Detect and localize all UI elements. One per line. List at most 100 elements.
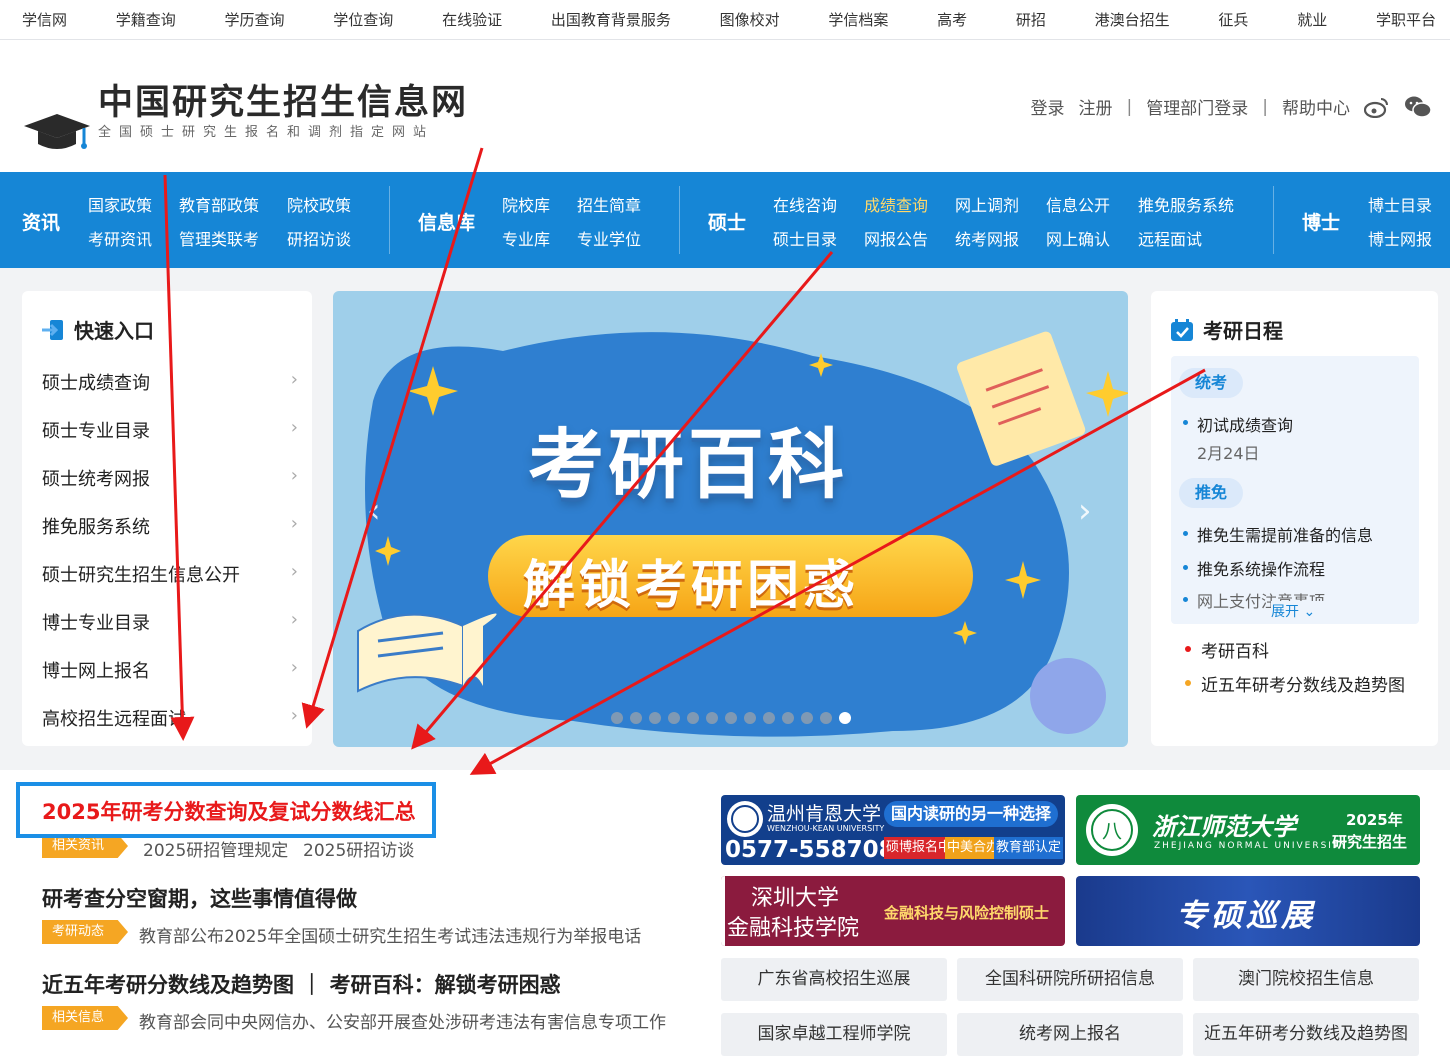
- quick-item[interactable]: 硕士专业目录 ›: [42, 417, 298, 443]
- nav-link[interactable]: 网报公告: [864, 226, 928, 250]
- help-center-link[interactable]: 帮助中心: [1282, 94, 1350, 119]
- ad-master-tour[interactable]: 专硕巡展: [1076, 876, 1420, 946]
- bullet: [1185, 680, 1191, 686]
- nav-link[interactable]: 管理类联考: [179, 226, 259, 250]
- quick-item[interactable]: 博士网上报名 ›: [42, 657, 298, 683]
- carousel-dot[interactable]: [763, 712, 775, 724]
- top-link-gaokao[interactable]: 高考: [937, 9, 967, 30]
- carousel-dot[interactable]: [687, 712, 699, 724]
- carousel-dot[interactable]: [649, 712, 661, 724]
- top-link-yanzhao[interactable]: 研招: [1016, 9, 1046, 30]
- schedule-link-trend[interactable]: 近五年研考分数线及趋势图: [1201, 671, 1405, 696]
- tag-tuimian[interactable]: 推免: [1179, 478, 1244, 508]
- schedule-link-baike[interactable]: 考研百科: [1201, 637, 1269, 662]
- highlighted-headline-box[interactable]: 2025年研考分数查询及复试分数线汇总: [16, 782, 436, 838]
- nav-link[interactable]: 信息公开: [1046, 192, 1110, 216]
- admin-login-link[interactable]: 管理部门登录: [1146, 94, 1248, 119]
- nav-link[interactable]: 专业库: [502, 226, 550, 250]
- bullet: [1183, 597, 1188, 602]
- top-link-army[interactable]: 征兵: [1218, 9, 1248, 30]
- nav-link[interactable]: 远程面试: [1138, 226, 1202, 250]
- nav-link[interactable]: 考研资讯: [88, 226, 152, 250]
- schedule-item[interactable]: 推免系统操作流程: [1197, 556, 1325, 580]
- carousel-dot[interactable]: [725, 712, 737, 724]
- tag-tongkao[interactable]: 统考: [1179, 368, 1244, 398]
- quick-item[interactable]: 硕士统考网报 ›: [42, 465, 298, 491]
- nav-head-xinxiku[interactable]: 信息库: [418, 208, 475, 235]
- nav-link[interactable]: 统考网报: [955, 226, 1019, 250]
- carousel-dot[interactable]: [611, 712, 623, 724]
- top-link-verify[interactable]: 在线验证: [442, 9, 502, 30]
- top-link-xuewei[interactable]: 学位查询: [333, 9, 393, 30]
- link-button[interactable]: 广东省高校招生巡展: [721, 958, 947, 1001]
- carousel-dots[interactable]: [611, 712, 851, 724]
- nav-link[interactable]: 在线咨询: [773, 192, 837, 216]
- ad-zhejiang-normal[interactable]: 八 浙江师范大学 ZHEJIANG NORMAL UNIVERSITY 2025…: [1076, 795, 1420, 865]
- nav-link[interactable]: 专业学位: [577, 226, 641, 250]
- quick-item[interactable]: 硕士研究生招生信息公开 ›: [42, 561, 298, 587]
- link-button[interactable]: 澳门院校招生信息: [1193, 958, 1419, 1001]
- expand-button[interactable]: 展开 ⌄: [1271, 601, 1419, 621]
- nav-link[interactable]: 博士网报: [1368, 226, 1432, 250]
- nav-link[interactable]: 研招访谈: [287, 226, 351, 250]
- carousel-dot[interactable]: [630, 712, 642, 724]
- link-button[interactable]: 全国科研院所研招信息: [957, 958, 1183, 1001]
- news-sublink[interactable]: 2025研招访谈: [303, 836, 414, 861]
- banner-carousel[interactable]: 考研百科 解锁考研困惑 ‹ ›: [333, 291, 1128, 747]
- nav-link[interactable]: 教育部政策: [179, 192, 259, 216]
- news-sublink[interactable]: 2025研招管理规定: [143, 836, 288, 861]
- top-link-xueli[interactable]: 学历查询: [225, 9, 285, 30]
- nav-link[interactable]: 院校政策: [287, 192, 351, 216]
- weibo-icon[interactable]: [1364, 96, 1390, 118]
- register-link[interactable]: 注册: [1079, 94, 1113, 119]
- top-link-abroad[interactable]: 出国教育背景服务: [551, 9, 671, 30]
- quick-item[interactable]: 硕士成绩查询 ›: [42, 369, 298, 395]
- news-sublink[interactable]: 教育部公布2025年全国硕士研究生招生考试违法违规行为举报电话: [139, 922, 641, 947]
- top-link-career[interactable]: 学职平台: [1376, 9, 1436, 30]
- nav-link[interactable]: 网上确认: [1046, 226, 1110, 250]
- quick-item[interactable]: 推免服务系统 ›: [42, 513, 298, 539]
- login-link[interactable]: 登录: [1031, 94, 1065, 119]
- carousel-dot[interactable]: [782, 712, 794, 724]
- nav-link-score-query[interactable]: 成绩查询: [864, 192, 928, 216]
- link-button[interactable]: 近五年研考分数线及趋势图: [1193, 1013, 1419, 1056]
- news-sublink[interactable]: 教育部会同中央网信办、公安部开展查处涉研考违法有害信息专项工作: [139, 1008, 666, 1033]
- nav-link[interactable]: 网上调剂: [955, 192, 1019, 216]
- quick-item[interactable]: 高校招生远程面试 ›: [42, 705, 298, 731]
- site-logo[interactable]: 中国研究生招生信息网 全国硕士研究生报名和调剂指定网站: [24, 74, 466, 184]
- nav-head-shuoshi[interactable]: 硕士: [708, 208, 746, 235]
- carousel-dot[interactable]: [668, 712, 680, 724]
- nav-link[interactable]: 院校库: [502, 192, 550, 216]
- news-headline[interactable]: 近五年考研分数线及趋势图 ｜ 考研百科：解锁考研困惑: [42, 969, 561, 999]
- nav-head-zixun[interactable]: 资讯: [22, 208, 60, 235]
- quick-item[interactable]: 博士专业目录 ›: [42, 609, 298, 635]
- nav-head-boshi[interactable]: 博士: [1302, 208, 1340, 235]
- ad-wenzhou-kean[interactable]: 温州肯恩大学 WENZHOU-KEAN UNIVERSITY 0577-5587…: [721, 795, 1065, 865]
- carousel-prev-button[interactable]: ‹: [367, 491, 381, 531]
- carousel-dot[interactable]: [706, 712, 718, 724]
- nav-link[interactable]: 推免服务系统: [1138, 192, 1234, 216]
- carousel-dot[interactable]: [744, 712, 756, 724]
- wechat-icon[interactable]: [1404, 95, 1432, 119]
- top-link-gat[interactable]: 港澳台招生: [1095, 9, 1170, 30]
- nav-link[interactable]: 硕士目录: [773, 226, 837, 250]
- top-link-archive[interactable]: 学信档案: [828, 9, 888, 30]
- carousel-dot[interactable]: [820, 712, 832, 724]
- link-button[interactable]: 统考网上报名: [957, 1013, 1183, 1056]
- nav-link[interactable]: 招生简章: [577, 192, 641, 216]
- nav-link[interactable]: 国家政策: [88, 192, 152, 216]
- carousel-dot[interactable]: [801, 712, 813, 724]
- link-button[interactable]: 国家卓越工程师学院: [721, 1013, 947, 1056]
- top-link-job[interactable]: 就业: [1297, 9, 1327, 30]
- headline-score-summary[interactable]: 2025年研考分数查询及复试分数线汇总: [42, 796, 415, 826]
- schedule-item[interactable]: 推免生需提前准备的信息: [1197, 522, 1373, 546]
- top-link-chsi[interactable]: 学信网: [22, 9, 67, 30]
- top-link-image[interactable]: 图像校对: [720, 9, 780, 30]
- carousel-next-button[interactable]: ›: [1078, 491, 1092, 531]
- top-link-xueji[interactable]: 学籍查询: [116, 9, 176, 30]
- nav-link[interactable]: 博士目录: [1368, 192, 1432, 216]
- ad-shenzhen-university[interactable]: 深圳大学 金融科技学院 金融科技与风险控制硕士: [721, 876, 1065, 946]
- carousel-dot[interactable]: [839, 712, 851, 724]
- news-headline[interactable]: 研考查分空窗期，这些事情值得做: [42, 883, 357, 913]
- schedule-item[interactable]: 初试成绩查询: [1197, 412, 1293, 436]
